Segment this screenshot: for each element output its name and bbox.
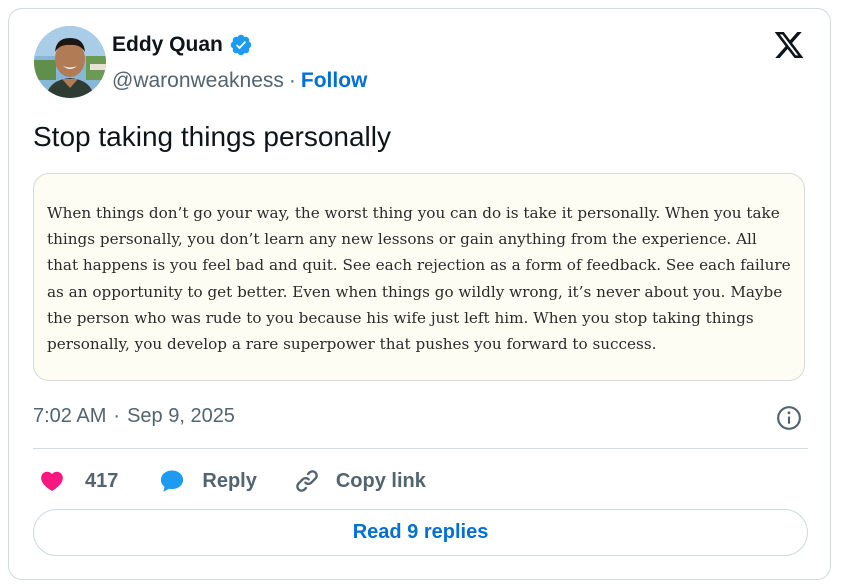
read-replies-button[interactable]: Read 9 replies	[33, 509, 808, 556]
verified-badge-icon	[230, 34, 252, 56]
tweet-date: Sep 9, 2025	[127, 405, 235, 427]
x-logo-icon[interactable]	[772, 29, 806, 61]
author-name-row: Eddy Quan	[112, 33, 253, 57]
handle-separator: ·	[288, 69, 296, 92]
info-icon[interactable]	[776, 405, 802, 431]
tweet-time: 7:02 AM	[33, 405, 107, 427]
tweet-card: Eddy Quan @waronweakness · Follow Stop t…	[8, 8, 831, 580]
tweet-text: Stop taking things personally	[33, 121, 391, 152]
link-icon	[296, 470, 318, 492]
heart-icon	[41, 471, 63, 491]
follow-button[interactable]: Follow	[301, 69, 368, 93]
reply-label: Reply	[202, 469, 257, 492]
profile-photo	[34, 26, 106, 98]
divider	[33, 448, 808, 449]
reply-bubble-icon	[161, 470, 184, 492]
author-handle[interactable]: @waronweakness	[112, 69, 284, 93]
like-button[interactable]: 417	[39, 468, 118, 494]
avatar[interactable]	[34, 26, 106, 98]
timestamp[interactable]: 7:02 AM · Sep 9, 2025	[33, 405, 235, 428]
reply-button[interactable]: Reply	[158, 467, 257, 495]
quote-image[interactable]: When things don’t go your way, the worst…	[33, 173, 805, 381]
quote-image-text: When things don’t go your way, the worst…	[47, 204, 791, 354]
read-replies-label: Read 9 replies	[352, 521, 489, 543]
like-count: 417	[85, 469, 119, 492]
copy-link-label: Copy link	[335, 469, 426, 492]
author-name[interactable]: Eddy Quan	[112, 33, 223, 57]
timestamp-separator: ·	[113, 405, 121, 427]
copy-link-button[interactable]: Copy link	[293, 467, 426, 495]
author-handle-row: @waronweakness · Follow	[112, 69, 367, 93]
action-bar: 417 Reply Copy link	[33, 465, 426, 497]
